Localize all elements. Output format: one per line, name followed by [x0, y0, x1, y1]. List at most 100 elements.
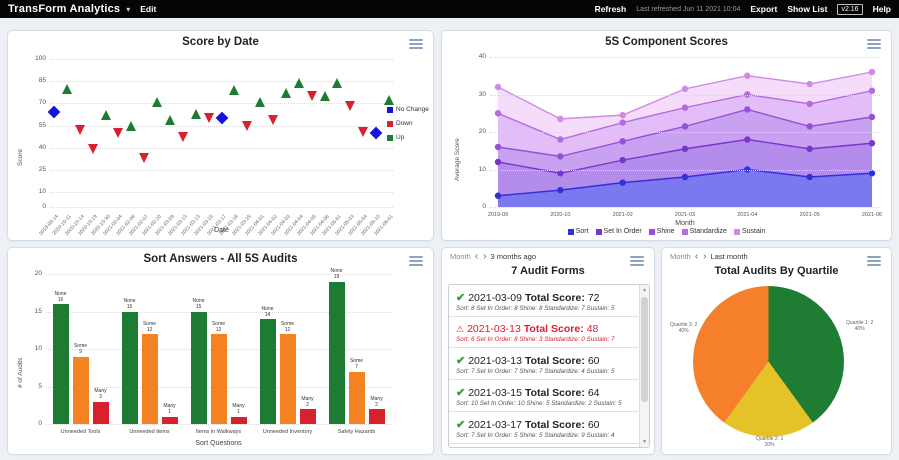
bar-value: 3	[88, 394, 114, 400]
area-point	[869, 88, 875, 94]
legend-label: Set In Order	[604, 228, 642, 235]
scatter-point	[332, 78, 342, 88]
bar-value: 15	[117, 304, 143, 310]
area-point	[869, 69, 875, 75]
scatter-point	[370, 127, 383, 140]
audit-score-value: 60	[588, 355, 600, 367]
audit-date: 2021-03-15	[468, 387, 522, 399]
scatter-point	[88, 144, 98, 154]
area-point	[744, 136, 750, 142]
date-axis-label: Date	[50, 227, 393, 234]
scatter-point	[75, 125, 85, 135]
legend-item: Standardize	[682, 228, 727, 235]
scatter-point	[242, 121, 252, 131]
bar-value: 7	[344, 364, 370, 370]
audit-next-chevron-icon[interactable]: ›	[482, 253, 487, 261]
legend-item: No Change	[387, 106, 429, 113]
pie-period-label: Month	[670, 252, 691, 261]
pie-slice-pct: 20%	[756, 442, 783, 448]
scatter-ytick: 0	[24, 203, 46, 210]
scatter-point	[191, 109, 201, 119]
area-point	[682, 174, 688, 180]
audit-list-item[interactable]: ✔2021-03-09Total Score:72Sort: 8 Set In …	[449, 285, 638, 317]
area-point	[869, 114, 875, 120]
area-xtick: 2019-09	[478, 212, 518, 218]
audit-prev-chevron-icon[interactable]: ‹	[474, 253, 479, 261]
show-list-button[interactable]: Show List	[787, 4, 827, 14]
scatter-point	[62, 84, 72, 94]
audit-forms-menu-icon[interactable]	[630, 256, 644, 268]
bar-gridline	[46, 424, 391, 425]
area-point	[806, 123, 812, 129]
bar-xtick: Unneeded Tools	[46, 429, 115, 435]
audit-list-item[interactable]: ✔	[449, 444, 638, 448]
bar-none	[260, 319, 276, 424]
scatter-ytick: 55	[24, 122, 46, 129]
app-title: TransForm Analytics	[8, 3, 120, 15]
area-gridline	[490, 132, 880, 133]
help-button[interactable]: Help	[873, 4, 891, 14]
bar-value: 12	[137, 327, 163, 333]
area-point	[557, 116, 563, 122]
audit-list-item[interactable]: ✔2021-03-15Total Score:64Sort: 10 Set In…	[449, 380, 638, 412]
pie-period-value: Last month	[711, 252, 748, 261]
bar-value-label: Some12	[137, 321, 163, 333]
app-title-dropdown-caret[interactable]: ▾	[126, 5, 130, 14]
audit-forms-title: 7 Audit Forms	[442, 265, 654, 277]
audit-list-item[interactable]: ⚠2021-03-13Total Score:48Sort: 6 Set In …	[449, 317, 638, 348]
month-axis-label: Month	[490, 220, 880, 227]
component-scores-menu-icon[interactable]	[867, 39, 881, 51]
scroll-down-icon[interactable]: ▼	[640, 437, 649, 447]
bar-value: 2	[295, 402, 321, 408]
bar-many	[93, 402, 109, 425]
legend-swatch	[734, 229, 740, 235]
audit-period-nav: Month ‹ › 3 months ago	[450, 252, 536, 261]
score-axis-label: Score	[17, 149, 24, 166]
scatter-point	[139, 153, 149, 163]
bar-value-label: None15	[117, 298, 143, 310]
audit-date: 2021-03-13	[468, 355, 522, 367]
quartile-pie-menu-icon[interactable]	[867, 256, 881, 268]
pie-period-nav: Month ‹ › Last month	[670, 252, 748, 261]
audit-list-item[interactable]: ✔2021-03-13Total Score:60Sort: 7 Set In …	[449, 348, 638, 380]
scatter-point	[294, 78, 304, 88]
legend-swatch	[649, 229, 655, 235]
audit-scrollbar[interactable]: ▲ ▼	[639, 285, 649, 447]
bar-xtick: Unneeded Items	[115, 429, 184, 435]
area-gridline	[490, 170, 880, 171]
audit-detail: Sort: 7 Set In Order: 7 Shine: 7 Standar…	[456, 368, 634, 375]
area-point	[495, 159, 501, 165]
bar-ytick: 5	[20, 383, 42, 390]
audit-list-item[interactable]: ✔2021-03-17Total Score:60Sort: 7 Set In …	[449, 412, 638, 444]
refresh-button[interactable]: Refresh	[595, 4, 627, 14]
export-button[interactable]: Export	[750, 4, 777, 14]
scatter-point	[281, 88, 291, 98]
legend-swatch	[387, 135, 393, 141]
audit-period-value: 3 months ago	[491, 252, 536, 261]
sort-answers-menu-icon[interactable]	[409, 256, 423, 268]
area-point	[495, 144, 501, 150]
area-ytick: 30	[464, 91, 486, 98]
legend-label: Sustain	[742, 228, 765, 235]
legend-swatch	[682, 229, 688, 235]
audit-item-header: ✔2021-03-09Total Score:72	[456, 291, 634, 304]
pie-prev-chevron-icon[interactable]: ‹	[694, 253, 699, 261]
area-xtick: 2021-03	[665, 212, 705, 218]
bar-value-label: None14	[255, 306, 281, 318]
score-by-date-menu-icon[interactable]	[409, 39, 423, 51]
audit-detail: Sort: 8 Set In Order: 8 Shine: 8 Standar…	[456, 305, 634, 312]
scatter-plot-area: 01025405570851002019-09-142020-10-112020…	[50, 59, 393, 207]
pie-next-chevron-icon[interactable]: ›	[702, 253, 707, 261]
scatter-gridline	[50, 170, 393, 171]
scroll-up-icon[interactable]: ▲	[640, 285, 649, 295]
bar-some	[280, 334, 296, 424]
area-point	[682, 104, 688, 110]
edit-button[interactable]: Edit	[140, 4, 156, 14]
area-xtick: 2021-04	[727, 212, 767, 218]
scrollbar-thumb[interactable]	[641, 297, 648, 402]
bar-value-label: None15	[186, 298, 212, 310]
audit-list-box: ✔2021-03-09Total Score:72Sort: 8 Set In …	[448, 284, 650, 448]
sort-answers-title: Sort Answers - All 5S Audits	[8, 253, 433, 265]
area-point	[869, 170, 875, 176]
scatter-point	[165, 115, 175, 125]
